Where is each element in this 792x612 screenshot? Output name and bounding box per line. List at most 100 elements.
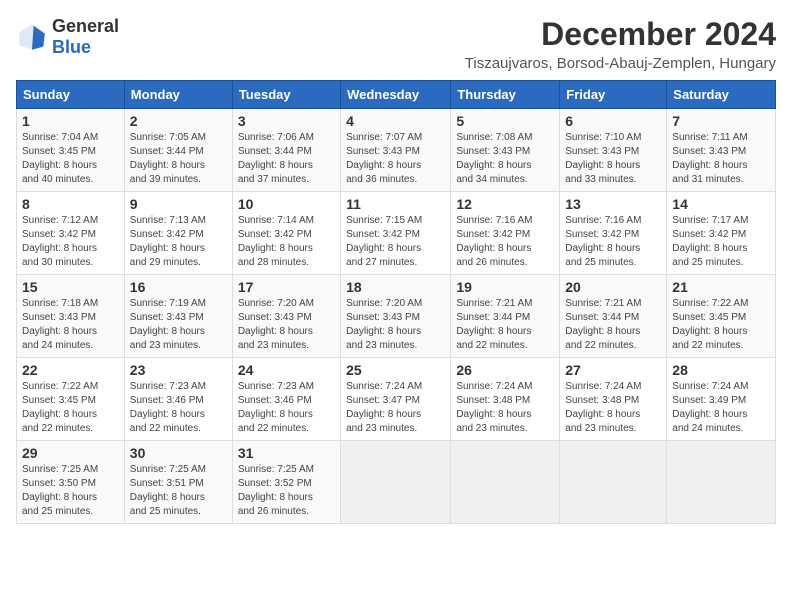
calendar-week-row: 22Sunrise: 7:22 AM Sunset: 3:45 PM Dayli… xyxy=(17,358,776,441)
calendar-day-cell: 3 Sunrise: 7:06 AM Sunset: 3:44 PM Daylig… xyxy=(232,109,340,192)
day-number: 9 xyxy=(130,196,227,212)
calendar-day-cell: 10Sunrise: 7:14 AM Sunset: 3:42 PM Dayli… xyxy=(232,192,340,275)
calendar-week-row: 1 Sunrise: 7:04 AM Sunset: 3:45 PM Daylig… xyxy=(17,109,776,192)
day-detail: Sunrise: 7:16 AM Sunset: 3:42 PM Dayligh… xyxy=(565,214,661,270)
day-detail: Sunrise: 7:05 AM Sunset: 3:44 PM Dayligh… xyxy=(130,131,227,187)
day-number: 6 xyxy=(565,113,661,129)
day-number: 16 xyxy=(130,279,227,295)
day-detail: Sunrise: 7:19 AM Sunset: 3:43 PM Dayligh… xyxy=(130,297,227,353)
day-detail: Sunrise: 7:24 AM Sunset: 3:48 PM Dayligh… xyxy=(565,380,661,436)
calendar-day-cell: 16 Sunrise: 7:19 AM Sunset: 3:43 PM Dayli… xyxy=(124,275,232,358)
weekday-header: Saturday xyxy=(667,81,776,109)
day-number: 13 xyxy=(565,196,661,212)
calendar-day-cell: 8 Sunrise: 7:12 AM Sunset: 3:42 PM Daylig… xyxy=(17,192,125,275)
day-number: 26 xyxy=(456,362,554,378)
day-number: 1 xyxy=(22,113,119,129)
calendar-day-cell: 24 Sunrise: 7:23 AM Sunset: 3:46 PM Dayli… xyxy=(232,358,340,441)
day-number: 24 xyxy=(238,362,335,378)
day-number: 3 xyxy=(238,113,335,129)
day-number: 18 xyxy=(346,279,445,295)
day-number: 20 xyxy=(565,279,661,295)
calendar-day-cell: 9 Sunrise: 7:13 AM Sunset: 3:42 PM Daylig… xyxy=(124,192,232,275)
day-detail: Sunrise: 7:25 AM Sunset: 3:52 PM Dayligh… xyxy=(238,463,335,519)
day-detail: Sunrise: 7:21 AM Sunset: 3:44 PM Dayligh… xyxy=(456,297,554,353)
day-detail: Sunrise: 7:22 AM Sunset: 3:45 PM Dayligh… xyxy=(22,380,119,436)
day-number: 25 xyxy=(346,362,445,378)
day-detail: Sunrise: 7:13 AM Sunset: 3:42 PM Dayligh… xyxy=(130,214,227,270)
weekday-header: Tuesday xyxy=(232,81,340,109)
logo: General Blue xyxy=(16,16,119,58)
day-detail: Sunrise: 7:20 AM Sunset: 3:43 PM Dayligh… xyxy=(346,297,445,353)
calendar-day-cell: 15 Sunrise: 7:18 AM Sunset: 3:43 PM Dayli… xyxy=(17,275,125,358)
day-number: 8 xyxy=(22,196,119,212)
day-number: 2 xyxy=(130,113,227,129)
calendar-day-cell: 30 Sunrise: 7:25 AM Sunset: 3:51 PM Dayli… xyxy=(124,441,232,524)
calendar-day-cell: 21Sunrise: 7:22 AM Sunset: 3:45 PM Dayli… xyxy=(667,275,776,358)
calendar-day-cell: 19Sunrise: 7:21 AM Sunset: 3:44 PM Dayli… xyxy=(451,275,560,358)
subtitle: Tiszaujvaros, Borsod-Abauj-Zemplen, Hung… xyxy=(465,55,776,72)
weekday-header: Sunday xyxy=(17,81,125,109)
day-number: 29 xyxy=(22,445,119,461)
weekday-header: Wednesday xyxy=(341,81,451,109)
day-detail: Sunrise: 7:15 AM Sunset: 3:42 PM Dayligh… xyxy=(346,214,445,270)
calendar-day-cell: 25 Sunrise: 7:24 AM Sunset: 3:47 PM Dayli… xyxy=(341,358,451,441)
calendar-day-cell: 1 Sunrise: 7:04 AM Sunset: 3:45 PM Daylig… xyxy=(17,109,125,192)
day-number: 4 xyxy=(346,113,445,129)
calendar-header: SundayMondayTuesdayWednesdayThursdayFrid… xyxy=(17,81,776,109)
day-detail: Sunrise: 7:07 AM Sunset: 3:43 PM Dayligh… xyxy=(346,131,445,187)
day-number: 7 xyxy=(672,113,770,129)
day-detail: Sunrise: 7:08 AM Sunset: 3:43 PM Dayligh… xyxy=(456,131,554,187)
day-number: 15 xyxy=(22,279,119,295)
calendar-day-cell: 27 Sunrise: 7:24 AM Sunset: 3:48 PM Dayli… xyxy=(560,358,667,441)
day-number: 5 xyxy=(456,113,554,129)
day-detail: Sunrise: 7:12 AM Sunset: 3:42 PM Dayligh… xyxy=(22,214,119,270)
calendar-day-cell: 5 Sunrise: 7:08 AM Sunset: 3:43 PM Daylig… xyxy=(451,109,560,192)
day-number: 14 xyxy=(672,196,770,212)
calendar-day-cell xyxy=(560,441,667,524)
calendar-day-cell: 22Sunrise: 7:22 AM Sunset: 3:45 PM Dayli… xyxy=(17,358,125,441)
calendar-day-cell: 31 Sunrise: 7:25 AM Sunset: 3:52 PM Dayli… xyxy=(232,441,340,524)
calendar-day-cell: 2 Sunrise: 7:05 AM Sunset: 3:44 PM Daylig… xyxy=(124,109,232,192)
day-number: 28 xyxy=(672,362,770,378)
logo-icon xyxy=(16,21,48,53)
calendar-day-cell xyxy=(667,441,776,524)
day-detail: Sunrise: 7:11 AM Sunset: 3:43 PM Dayligh… xyxy=(672,131,770,187)
calendar-day-cell: 12 Sunrise: 7:16 AM Sunset: 3:42 PM Dayli… xyxy=(451,192,560,275)
day-detail: Sunrise: 7:10 AM Sunset: 3:43 PM Dayligh… xyxy=(565,131,661,187)
day-detail: Sunrise: 7:24 AM Sunset: 3:48 PM Dayligh… xyxy=(456,380,554,436)
page-header: General Blue December 2024 Tiszaujvaros,… xyxy=(16,16,776,72)
title-block: December 2024 Tiszaujvaros, Borsod-Abauj… xyxy=(465,16,776,72)
day-detail: Sunrise: 7:20 AM Sunset: 3:43 PM Dayligh… xyxy=(238,297,335,353)
calendar-day-cell: 11 Sunrise: 7:15 AM Sunset: 3:42 PM Dayli… xyxy=(341,192,451,275)
calendar-day-cell: 17Sunrise: 7:20 AM Sunset: 3:43 PM Dayli… xyxy=(232,275,340,358)
calendar-day-cell: 14 Sunrise: 7:17 AM Sunset: 3:42 PM Dayli… xyxy=(667,192,776,275)
day-detail: Sunrise: 7:16 AM Sunset: 3:42 PM Dayligh… xyxy=(456,214,554,270)
calendar-day-cell: 20Sunrise: 7:21 AM Sunset: 3:44 PM Dayli… xyxy=(560,275,667,358)
calendar-day-cell: 4 Sunrise: 7:07 AM Sunset: 3:43 PM Daylig… xyxy=(341,109,451,192)
day-detail: Sunrise: 7:23 AM Sunset: 3:46 PM Dayligh… xyxy=(238,380,335,436)
weekday-header: Monday xyxy=(124,81,232,109)
day-number: 30 xyxy=(130,445,227,461)
calendar-day-cell: 13 Sunrise: 7:16 AM Sunset: 3:42 PM Dayli… xyxy=(560,192,667,275)
day-detail: Sunrise: 7:24 AM Sunset: 3:47 PM Dayligh… xyxy=(346,380,445,436)
day-number: 11 xyxy=(346,196,445,212)
day-number: 31 xyxy=(238,445,335,461)
day-detail: Sunrise: 7:18 AM Sunset: 3:43 PM Dayligh… xyxy=(22,297,119,353)
day-detail: Sunrise: 7:25 AM Sunset: 3:51 PM Dayligh… xyxy=(130,463,227,519)
calendar-week-row: 29 Sunrise: 7:25 AM Sunset: 3:50 PM Dayli… xyxy=(17,441,776,524)
day-detail: Sunrise: 7:23 AM Sunset: 3:46 PM Dayligh… xyxy=(130,380,227,436)
logo-general: General xyxy=(52,16,119,36)
day-number: 27 xyxy=(565,362,661,378)
day-number: 12 xyxy=(456,196,554,212)
calendar-week-row: 15 Sunrise: 7:18 AM Sunset: 3:43 PM Dayli… xyxy=(17,275,776,358)
calendar-day-cell: 26 Sunrise: 7:24 AM Sunset: 3:48 PM Dayli… xyxy=(451,358,560,441)
day-detail: Sunrise: 7:17 AM Sunset: 3:42 PM Dayligh… xyxy=(672,214,770,270)
calendar-day-cell: 7 Sunrise: 7:11 AM Sunset: 3:43 PM Daylig… xyxy=(667,109,776,192)
day-detail: Sunrise: 7:06 AM Sunset: 3:44 PM Dayligh… xyxy=(238,131,335,187)
logo-blue: Blue xyxy=(52,37,91,57)
day-detail: Sunrise: 7:25 AM Sunset: 3:50 PM Dayligh… xyxy=(22,463,119,519)
day-number: 23 xyxy=(130,362,227,378)
day-detail: Sunrise: 7:24 AM Sunset: 3:49 PM Dayligh… xyxy=(672,380,770,436)
day-detail: Sunrise: 7:04 AM Sunset: 3:45 PM Dayligh… xyxy=(22,131,119,187)
calendar-day-cell: 18 Sunrise: 7:20 AM Sunset: 3:43 PM Dayli… xyxy=(341,275,451,358)
